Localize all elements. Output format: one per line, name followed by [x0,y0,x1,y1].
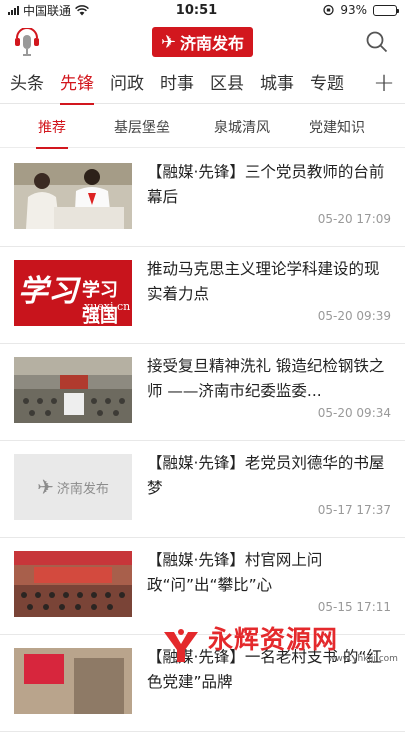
sub-tab[interactable]: 推荐 [36,108,68,149]
clock: 10:51 [175,2,218,18]
thumb-subtext: xuexi.cn [84,300,131,313]
sub-tab[interactable]: 党建知识 [306,108,368,148]
app-logo: ✈ 济南发布 [152,27,253,57]
watermark-url: www.yhkjjj.com [328,653,398,664]
channel-tab[interactable]: 时事 [160,66,200,104]
microphone-icon[interactable] [12,28,42,58]
news-time: 05-20 09:39 [317,309,391,323]
channel-tab[interactable]: 问政 [110,66,150,104]
add-channel-button[interactable]: + [371,70,397,97]
channel-bar: 头条 先锋 问政 时事 区县 城事 专题 + [0,66,405,105]
xuexi-calligraphy: 学习 [18,274,78,309]
news-thumbnail [14,648,132,714]
carrier-label: 中国联通 [23,3,72,18]
news-item[interactable]: ✈ 济南发布 【融媒·先锋】老党员刘德华的书屋梦 05-17 17:37 [0,441,405,538]
news-title: 【融媒·先锋】老党员刘德华的书屋梦 [147,454,385,497]
thumb-text: 济南发布 [56,481,109,497]
search-icon[interactable] [365,30,389,54]
news-title: 接受复旦精神洗礼 锻造纪检钢铁之师 ——济南市纪委监委... [147,357,385,400]
status-bar: 中国联通 10:51 93% [0,0,405,20]
news-thumbnail [14,551,132,617]
sub-tab[interactable]: 泉城清风 [205,108,279,148]
channel-tab[interactable]: 头条 [10,66,50,104]
watermark: 永辉资源网 www.yhkjjj.com [160,618,405,671]
channel-tab[interactable]: 区县 [210,66,250,104]
battery-icon [373,4,399,16]
app-header: ✈ 济南发布 [0,22,405,64]
news-time: 05-20 17:09 [317,212,391,226]
sub-tab-bar: 推荐 基层堡垒 泉城清风 党建知识 [0,108,405,149]
news-time: 05-20 09:34 [317,406,391,420]
news-item[interactable]: 【融媒·先锋】三个党员教师的台前幕后 05-20 17:09 [0,150,405,247]
placeholder-mark-icon: ✈ [37,475,54,499]
news-time: 05-17 17:37 [317,503,391,517]
news-title: 【融媒·先锋】三个党员教师的台前幕后 [147,163,385,206]
news-thumbnail [14,163,132,229]
logo-text: 济南发布 [180,34,245,53]
battery-percent: 93% [340,3,367,17]
channel-tab[interactable]: 城事 [260,66,300,104]
news-thumbnail [14,357,132,423]
news-item[interactable]: 学习 学习强国 xuexi.cn 推动马克思主义理论学科建设的现实着力点 05-20 0… [0,247,405,344]
wifi-icon [75,4,89,15]
signal-icon [8,5,19,15]
logo-mark-icon: ✈ [160,31,177,53]
orientation-lock-icon [323,4,334,16]
news-title: 【融媒·先锋】村官网上问政“问”出“攀比”心 [147,551,323,594]
watermark-logo-icon [164,628,198,662]
channel-tab[interactable]: 先锋 [60,66,100,105]
watermark-text: 永辉资源网 [208,624,339,654]
news-time: 05-15 17:11 [317,600,391,614]
channel-tab[interactable]: 专题 [310,66,350,104]
news-thumbnail: ✈ 济南发布 [14,454,132,520]
news-item[interactable]: 接受复旦精神洗礼 锻造纪检钢铁之师 ——济南市纪委监委... 05-20 09:3… [0,344,405,441]
news-title: 推动马克思主义理论学科建设的现实着力点 [147,260,380,303]
sub-tab[interactable]: 基层堡垒 [105,108,179,148]
news-thumbnail: 学习 学习强国 xuexi.cn [14,260,132,326]
